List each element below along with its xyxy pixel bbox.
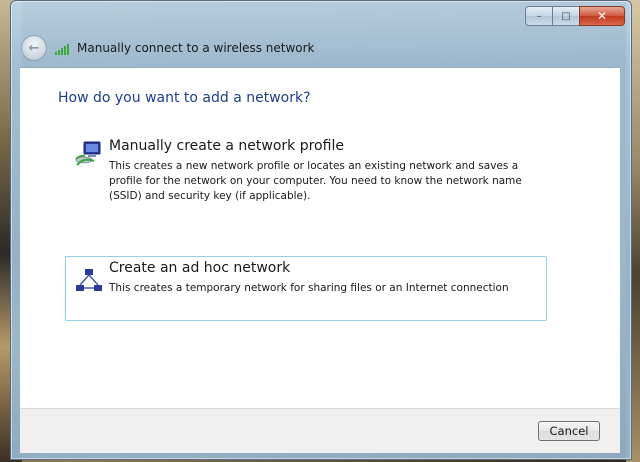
close-icon: ✕ [596,9,608,23]
network-profile-icon [75,141,101,166]
minimize-icon: – [536,10,542,22]
window-title: Manually connect to a wireless network [77,41,315,55]
wireless-signal-icon [55,41,73,55]
cancel-button[interactable]: Cancel [538,421,600,441]
minimize-button[interactable]: – [525,6,552,26]
caption-buttons: – □ ✕ [525,6,625,26]
maximize-icon: □ [561,10,571,22]
option-ad-hoc[interactable]: Create an ad hoc network This creates a … [65,256,547,321]
wizard-window: – □ ✕ ← Manually connect to a wireless n… [10,0,632,460]
close-button[interactable]: ✕ [579,6,625,26]
option-description: This creates a new network profile or lo… [109,160,522,202]
wizard-content: How do you want to add a network? Manual… [20,67,620,408]
maximize-button[interactable]: □ [552,6,579,26]
option-title: Create an ad hoc network [109,260,291,276]
wizard-header: ← Manually connect to a wireless network [21,33,621,63]
ad-hoc-network-icon [76,269,102,291]
option-manual-profile[interactable]: Manually create a network profile This c… [65,134,547,216]
option-description: This creates a temporary network for sha… [109,282,509,294]
back-arrow-icon: ← [28,40,40,56]
page-heading: How do you want to add a network? [58,90,311,106]
back-button[interactable]: ← [21,35,47,61]
wizard-footer: Cancel [20,408,620,453]
option-title: Manually create a network profile [109,138,344,154]
